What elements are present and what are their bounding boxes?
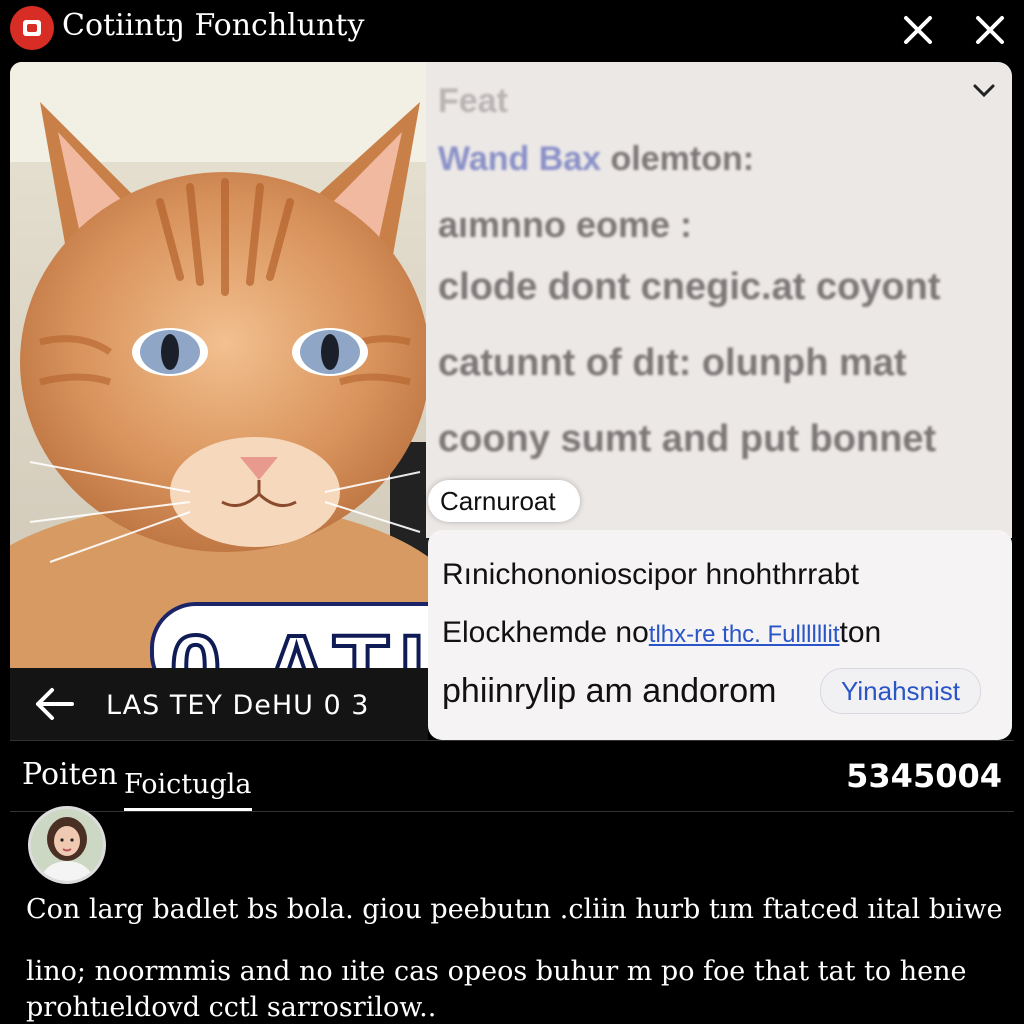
popup-card: Rınichononioscipor hnohthrrabt Elockhemd…: [428, 530, 1012, 740]
photo-nav-bar: LAS TEY DeHU 0 3: [10, 668, 428, 740]
comment-line: Con larg badlet bs bola. giou peebutın .…: [26, 894, 1003, 925]
popup-line: Rınichononioscipor hnohthrrabt: [442, 558, 859, 591]
caption-chip[interactable]: Carnuroat: [428, 480, 580, 522]
title-bar: Cotiintŋ Fonchlunty: [0, 0, 1024, 58]
popup-link[interactable]: tlhx-re thc. Fullllllit: [649, 621, 840, 648]
popup-line-start: Elockhemde no: [442, 616, 649, 649]
info-line-rest: olemton:: [601, 140, 755, 178]
info-line: aımnno eome :: [438, 204, 693, 245]
photo-nav-label: LAS TEY DeHU 0 3: [106, 690, 370, 721]
popup-line: Elockhemde notlhx-re thc. Fullllllitton: [442, 616, 881, 650]
cat-photo[interactable]: 0 ATI: [10, 62, 428, 668]
app-logo-icon[interactable]: [10, 6, 54, 50]
info-line: catunnt of dıt: olunph mat: [438, 342, 907, 384]
window-title: Cotiintŋ Fonchlunty: [62, 8, 365, 43]
popup-line: phiinrylip am andorom: [442, 672, 777, 710]
count-value: 5345004: [846, 757, 1002, 795]
info-panel: Feat Wand Bax olemton: aımnno eome : clo…: [426, 62, 1012, 538]
info-line: Wand Bax olemton:: [438, 140, 754, 179]
comment-line: prohtıeldovd cctl sarrosrilow..: [26, 992, 437, 1023]
info-highlight: Wand Bax: [438, 140, 602, 178]
chevron-down-icon[interactable]: [972, 80, 996, 100]
popup-action-button[interactable]: Yinahsnist: [820, 668, 981, 714]
info-line: clode dont cnegic.at coyont: [438, 266, 941, 308]
tab-poiten[interactable]: Poiten: [22, 757, 118, 792]
photo-badge: 0 ATI: [150, 602, 428, 668]
tab-foictugla[interactable]: Foictugla: [124, 769, 252, 811]
close-icon[interactable]: [968, 8, 1012, 52]
comment-line: lino; noormmis and no ıite cas opeos buh…: [26, 956, 967, 987]
avatar[interactable]: [28, 806, 106, 884]
tabs-row: Poiten Foictugla 5345004: [10, 740, 1014, 812]
info-heading: Feat: [438, 82, 508, 120]
back-arrow-icon[interactable]: [30, 684, 78, 724]
info-line: coony sumt and put bonnet: [438, 418, 937, 460]
close-icon[interactable]: [896, 8, 940, 52]
app-window: Cotiintŋ Fonchlunty 0 ATI LAS TEY DeHU 0…: [0, 0, 1024, 1024]
comment-text: Con larg badlet bs bola. giou peebutın .…: [26, 892, 1006, 1024]
popup-line-end: ton: [839, 616, 882, 649]
photo-badge-text: 0 ATI: [168, 615, 428, 668]
